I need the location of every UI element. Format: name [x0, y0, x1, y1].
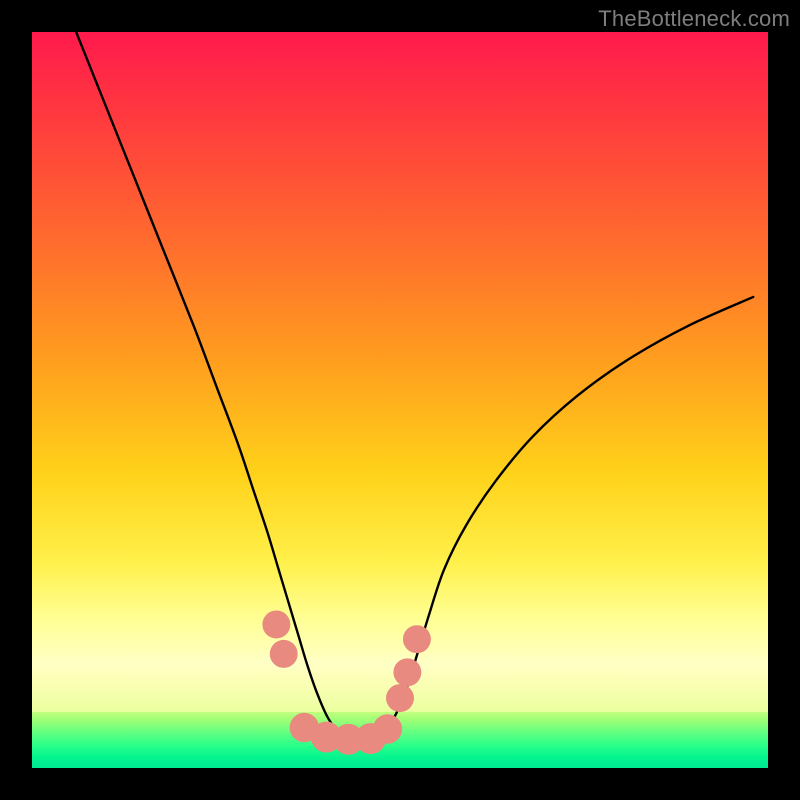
watermark-text: TheBottleneck.com: [598, 6, 790, 32]
curve-right-branch: [371, 297, 754, 740]
frame: TheBottleneck.com: [0, 0, 800, 800]
marker-right-upper: [403, 625, 431, 653]
marker-left-upper: [262, 610, 290, 638]
chart-svg: [32, 32, 768, 768]
marker-right-lower: [386, 684, 414, 712]
marker-right-mid: [393, 658, 421, 686]
marker-bottom-e: [373, 714, 402, 743]
curve-left-branch: [76, 32, 370, 740]
plot-area: [32, 32, 768, 768]
marker-left-lower: [270, 640, 298, 668]
marker-group: [262, 610, 431, 754]
